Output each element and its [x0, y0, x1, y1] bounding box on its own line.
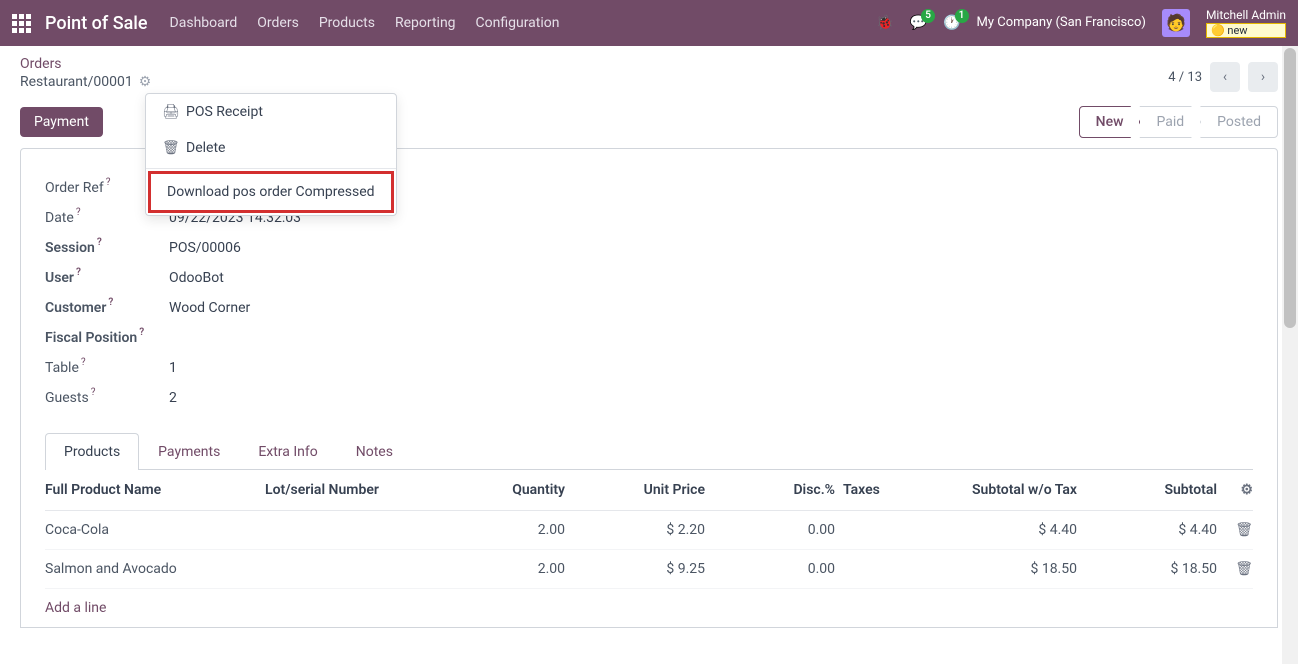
- value-table: 1: [169, 360, 177, 376]
- apps-icon[interactable]: [12, 14, 31, 33]
- cell-subwo: $ 18.50: [905, 561, 1077, 577]
- label-user: User?: [45, 270, 169, 286]
- cell-sub: $ 18.50: [1077, 561, 1217, 577]
- th-sub: Subtotal: [1077, 482, 1217, 498]
- status-posted[interactable]: Posted: [1200, 106, 1278, 138]
- user-status-badge: 🟡 new: [1206, 23, 1286, 38]
- tab-products[interactable]: Products: [45, 433, 139, 470]
- activity-badge: 1: [955, 9, 969, 23]
- print-icon: 🖨: [162, 104, 176, 120]
- help-icon[interactable]: ?: [76, 267, 81, 278]
- scrollbar-thumb[interactable]: [1284, 48, 1296, 328]
- label-customer: Customer?: [45, 300, 169, 316]
- cell-price: $ 9.25: [565, 561, 705, 577]
- menu-delete[interactable]: 🗑Delete: [146, 130, 396, 166]
- pager-next-button[interactable]: ›: [1248, 62, 1278, 92]
- cell-disc: 0.00: [705, 561, 835, 577]
- app-brand[interactable]: Point of Sale: [45, 13, 148, 34]
- cell-subwo: $ 4.40: [905, 522, 1077, 538]
- help-icon[interactable]: ?: [106, 177, 111, 188]
- label-table: Table?: [45, 360, 169, 376]
- company-selector[interactable]: My Company (San Francisco): [977, 15, 1146, 30]
- payment-button[interactable]: Payment: [20, 107, 103, 137]
- status-new[interactable]: New: [1079, 106, 1141, 138]
- add-line-button[interactable]: Add a line: [45, 589, 1253, 627]
- cell-qty: 2.00: [435, 522, 565, 538]
- value-user[interactable]: OdooBot: [169, 270, 224, 286]
- pager-text: 4 / 13: [1168, 70, 1202, 85]
- menu-pos-receipt[interactable]: 🖨POS Receipt: [146, 94, 396, 130]
- scrollbar[interactable]: [1282, 46, 1298, 664]
- help-icon[interactable]: ?: [139, 327, 144, 338]
- nav-orders[interactable]: Orders: [257, 15, 299, 31]
- nav-reporting[interactable]: Reporting: [395, 15, 456, 31]
- cell-name: Salmon and Avocado: [45, 561, 265, 577]
- cell-qty: 2.00: [435, 561, 565, 577]
- nav-configuration[interactable]: Configuration: [476, 15, 560, 31]
- activity-icon[interactable]: 🕐1: [943, 15, 960, 31]
- th-price: Unit Price: [565, 482, 705, 498]
- label-fiscal: Fiscal Position?: [45, 330, 169, 346]
- th-tax: Taxes: [835, 482, 905, 498]
- help-icon[interactable]: ?: [91, 387, 96, 398]
- help-icon[interactable]: ?: [108, 297, 113, 308]
- avatar[interactable]: 🧑: [1162, 9, 1190, 37]
- pager-prev-button[interactable]: ‹: [1210, 62, 1240, 92]
- status-stepper: New Paid Posted: [1080, 106, 1278, 138]
- delete-row-icon[interactable]: 🗑: [1217, 522, 1253, 538]
- cell-sub: $ 4.40: [1077, 522, 1217, 538]
- cell-disc: 0.00: [705, 522, 835, 538]
- value-session[interactable]: POS/00006: [169, 240, 241, 256]
- order-lines-table: Full Product Name Lot/serial Number Quan…: [45, 470, 1253, 589]
- cell-name: Coca-Cola: [45, 522, 265, 538]
- help-icon[interactable]: ?: [76, 207, 81, 218]
- nav-products[interactable]: Products: [319, 15, 375, 31]
- form-sheet: Order Ref? Date?09/22/2023 14:32:03 Sess…: [20, 148, 1278, 628]
- menu-separator: [146, 168, 396, 169]
- bug-icon[interactable]: 🐞: [876, 15, 893, 31]
- status-paid[interactable]: Paid: [1139, 106, 1201, 138]
- table-header: Full Product Name Lot/serial Number Quan…: [45, 470, 1253, 511]
- help-icon[interactable]: ?: [97, 237, 102, 248]
- tab-notes[interactable]: Notes: [337, 433, 412, 470]
- menu-download-compressed[interactable]: Download pos order Compressed: [151, 174, 391, 210]
- th-lot: Lot/serial Number: [265, 482, 435, 498]
- breadcrumb-current: Restaurant/00001: [20, 74, 133, 90]
- nav-dashboard[interactable]: Dashboard: [170, 15, 238, 31]
- th-disc: Disc.%: [705, 482, 835, 498]
- th-subwo: Subtotal w/o Tax: [905, 482, 1077, 498]
- table-row[interactable]: Coca-Cola 2.00 $ 2.20 0.00 $ 4.40 $ 4.40…: [45, 511, 1253, 550]
- tab-payments[interactable]: Payments: [139, 433, 239, 470]
- cell-price: $ 2.20: [565, 522, 705, 538]
- th-qty: Quantity: [435, 482, 565, 498]
- pager: 4 / 13 ‹ ›: [1168, 62, 1278, 92]
- breadcrumb-parent[interactable]: Orders: [20, 56, 62, 72]
- label-session: Session?: [45, 240, 169, 256]
- value-customer[interactable]: Wood Corner: [169, 300, 250, 316]
- user-name: Mitchell Admin: [1206, 8, 1286, 22]
- value-guests: 2: [169, 390, 177, 406]
- messages-badge: 5: [921, 9, 935, 23]
- top-navbar: Point of Sale Dashboard Orders Products …: [0, 0, 1298, 46]
- breadcrumb-bar: Orders Restaurant/00001 ⚙ 4 / 13 ‹ ›: [0, 46, 1298, 92]
- help-icon[interactable]: ?: [81, 357, 86, 368]
- table-row[interactable]: Salmon and Avocado 2.00 $ 9.25 0.00 $ 18…: [45, 550, 1253, 589]
- th-name: Full Product Name: [45, 482, 265, 498]
- tab-extra-info[interactable]: Extra Info: [239, 433, 336, 470]
- messages-icon[interactable]: 💬5: [910, 15, 927, 31]
- settings-dropdown: 🖨POS Receipt 🗑Delete Download pos order …: [145, 93, 397, 216]
- top-menu: Dashboard Orders Products Reporting Conf…: [170, 15, 560, 31]
- trash-icon: 🗑: [162, 140, 176, 156]
- user-menu[interactable]: Mitchell Admin 🟡 new: [1206, 8, 1286, 38]
- label-guests: Guests?: [45, 390, 169, 406]
- delete-row-icon[interactable]: 🗑: [1217, 561, 1253, 577]
- gear-icon[interactable]: ⚙: [139, 74, 152, 90]
- notebook-tabs: Products Payments Extra Info Notes: [45, 433, 1253, 470]
- th-options-icon[interactable]: ⚙: [1217, 482, 1253, 498]
